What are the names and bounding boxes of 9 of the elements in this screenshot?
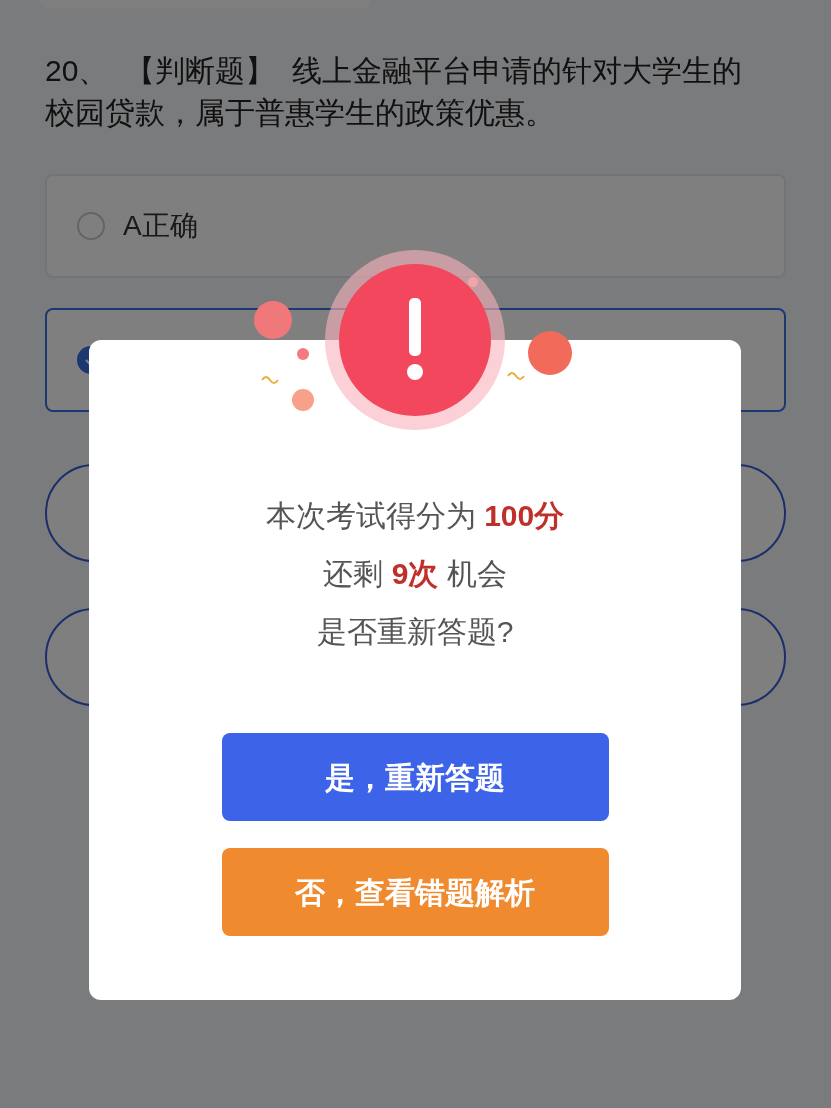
dialog-message: 本次考试得分为 100分 [265, 498, 565, 534]
dialog-message: 还剩 9次 机会 [323, 556, 507, 592]
radio-icon[interactable] [77, 212, 105, 240]
review-button[interactable]: 否，查看错题解析 [221, 848, 609, 936]
dialog-message: 是否重新答题? [316, 614, 514, 650]
question-text: 20、 【判断题】 线上金融平台申请的针对大学生的校园贷款，属于普惠学生的政策优惠。 [45, 53, 743, 131]
retry-button[interactable]: 是，重新答题 [221, 733, 609, 821]
option-card[interactable]: A正确 [45, 174, 786, 278]
option-label: A正确 [123, 209, 198, 243]
